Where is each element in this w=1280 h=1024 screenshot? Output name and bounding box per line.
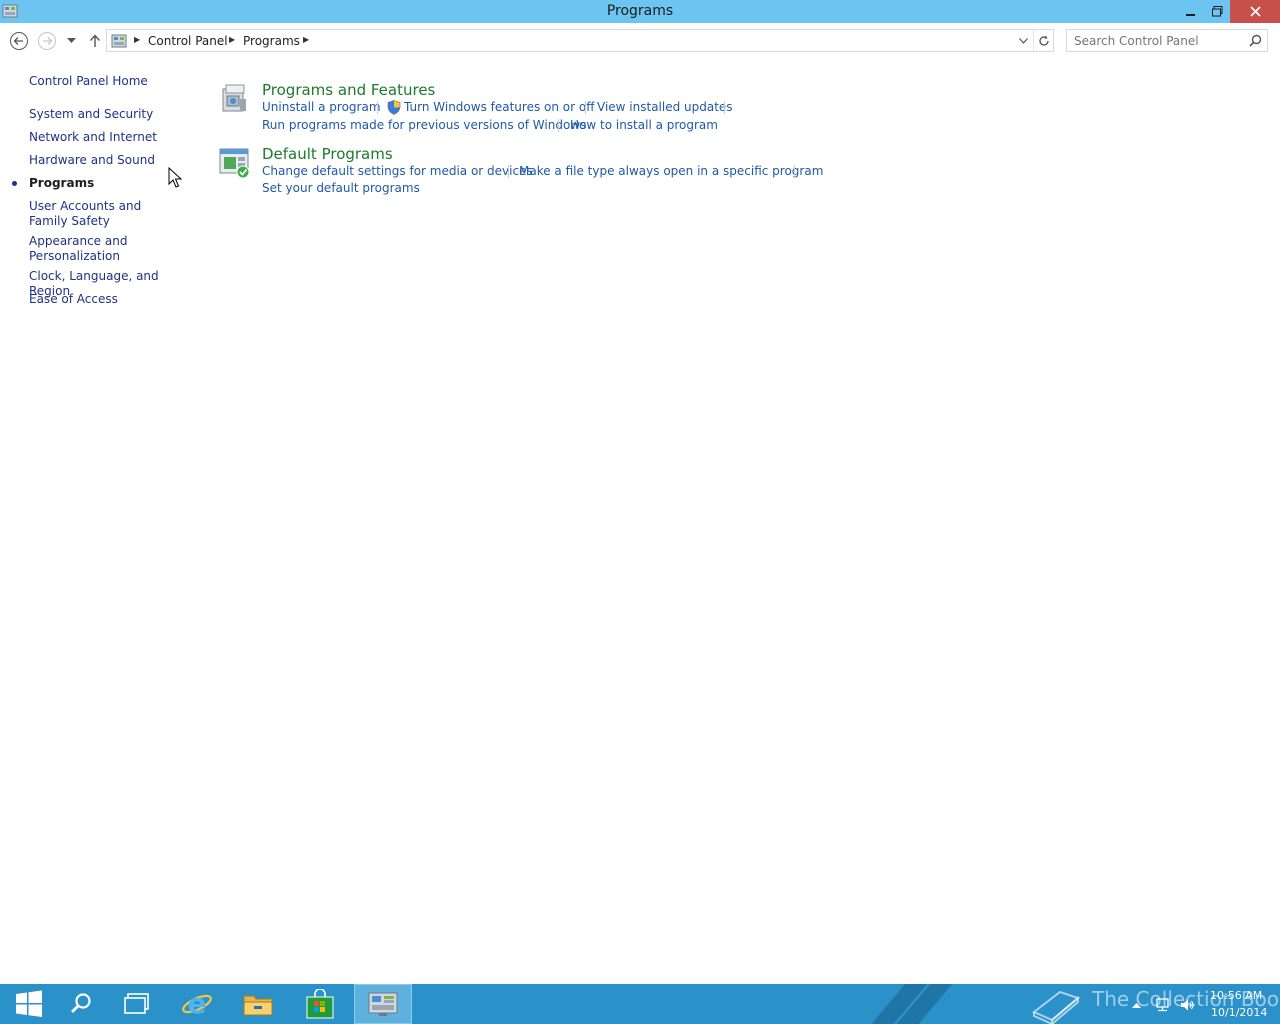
show-hidden-icons-button[interactable] [1128, 998, 1144, 1012]
clock-date[interactable]: 10/1/2014 [1211, 1006, 1267, 1019]
run-older-programs-link[interactable]: Run programs made for previous versions … [262, 118, 586, 132]
set-default-programs-link[interactable]: Set your default programs [262, 181, 420, 195]
turn-windows-features-link[interactable]: Turn Windows features on or off [404, 100, 595, 114]
address-history-button[interactable] [1013, 30, 1033, 51]
programs-and-features-icon[interactable] [218, 81, 252, 115]
svg-text:e: e [188, 988, 207, 1020]
view-installed-updates-link[interactable]: View installed updates [597, 100, 733, 114]
default-programs-title[interactable]: Default Programs [262, 145, 393, 163]
refresh-icon [1038, 35, 1049, 46]
uninstall-program-link[interactable]: Uninstall a program [262, 100, 381, 114]
breadcrumb-control-panel[interactable]: Control Panel [148, 34, 228, 48]
network-icon [1155, 998, 1169, 1012]
breadcrumb-separator-icon[interactable]: ▶ [229, 35, 235, 44]
up-button[interactable] [85, 31, 105, 51]
up-arrow-icon [89, 34, 101, 47]
link-separator [585, 101, 586, 114]
control-panel-taskbar-button[interactable] [354, 984, 412, 1024]
window-title: Programs [606, 3, 674, 19]
search-icon [71, 993, 91, 1013]
breadcrumb-programs[interactable]: Programs [243, 34, 300, 48]
minimize-button[interactable] [1178, 0, 1204, 23]
chevron-up-icon [1131, 1003, 1141, 1008]
task-view-icon [124, 993, 149, 1014]
default-programs-icon[interactable] [218, 145, 252, 179]
minimize-icon [1186, 13, 1195, 16]
speaker-icon [1180, 999, 1194, 1011]
link-separator [724, 101, 725, 114]
link-separator [794, 165, 795, 178]
chevron-down-icon [1018, 37, 1028, 44]
network-tray-button[interactable] [1154, 998, 1170, 1012]
change-media-defaults-link[interactable]: Change default settings for media or dev… [262, 164, 533, 178]
link-separator [558, 119, 559, 132]
sidebar-item-programs: Programs [29, 176, 95, 190]
file-type-association-link[interactable]: Make a file type always open in a specif… [519, 164, 823, 178]
folder-icon [243, 995, 273, 1016]
search-box[interactable] [1066, 29, 1268, 52]
navigation-bar: ▶ Control Panel ▶ Programs ▶ [0, 23, 1280, 59]
windows-logo-icon [16, 990, 42, 1017]
sidebar-item-ease-of-access[interactable]: Ease of Access [29, 292, 189, 307]
sidebar-item-hardware-and-sound[interactable]: Hardware and Sound [29, 153, 189, 168]
sidebar-item-network-and-internet[interactable]: Network and Internet [29, 130, 189, 145]
address-bar[interactable]: ▶ Control Panel ▶ Programs ▶ [106, 29, 1054, 52]
link-separator [508, 165, 509, 178]
back-arrow-icon [10, 32, 28, 50]
recent-locations-button[interactable] [63, 31, 79, 51]
restore-button[interactable] [1204, 0, 1230, 23]
taskbar-search-button[interactable] [52, 984, 110, 1024]
back-button[interactable] [9, 31, 29, 51]
shield-icon [387, 100, 401, 115]
programs-and-features-title[interactable]: Programs and Features [262, 81, 435, 99]
sidebar-item-system-and-security[interactable]: System and Security [29, 107, 189, 122]
link-separator [377, 101, 378, 114]
sidebar-item-user-accounts[interactable]: User Accounts and Family Safety [29, 199, 174, 229]
how-to-install-link[interactable]: How to install a program [570, 118, 718, 132]
control-panel-icon [111, 34, 127, 48]
file-explorer-button[interactable] [229, 984, 287, 1024]
restore-icon [1211, 6, 1222, 17]
close-icon [1249, 6, 1261, 17]
task-view-button[interactable] [108, 984, 166, 1024]
forward-button[interactable] [37, 31, 57, 51]
chevron-down-icon [66, 38, 76, 43]
breadcrumb-separator-icon[interactable]: ▶ [134, 35, 140, 44]
store-button[interactable] [291, 984, 349, 1024]
control-panel-icon [368, 992, 398, 1016]
current-item-bullet-icon [12, 181, 17, 186]
breadcrumb-separator-icon[interactable]: ▶ [303, 35, 309, 44]
internet-explorer-button[interactable]: e [168, 984, 226, 1024]
mouse-cursor-icon [168, 167, 182, 188]
store-icon [306, 989, 334, 1019]
forward-arrow-icon [38, 32, 56, 50]
clock-time[interactable]: 10:56 AM [1210, 989, 1262, 1002]
refresh-button[interactable] [1033, 30, 1053, 51]
search-icon[interactable] [1249, 34, 1262, 47]
volume-tray-button[interactable] [1179, 998, 1195, 1012]
start-button[interactable] [0, 984, 58, 1024]
taskbar: e The Collection Book 10:56 AM 10/1/2014 [0, 984, 1280, 1024]
internet-explorer-icon: e [182, 988, 212, 1020]
close-button[interactable] [1230, 0, 1280, 23]
search-input[interactable] [1067, 30, 1243, 51]
title-bar: Programs [0, 0, 1280, 23]
sidebar-item-appearance[interactable]: Appearance and Personalization [29, 234, 129, 264]
book-watermark-icon [1032, 990, 1081, 1024]
sidebar-item-control-panel-home[interactable]: Control Panel Home [29, 74, 189, 89]
